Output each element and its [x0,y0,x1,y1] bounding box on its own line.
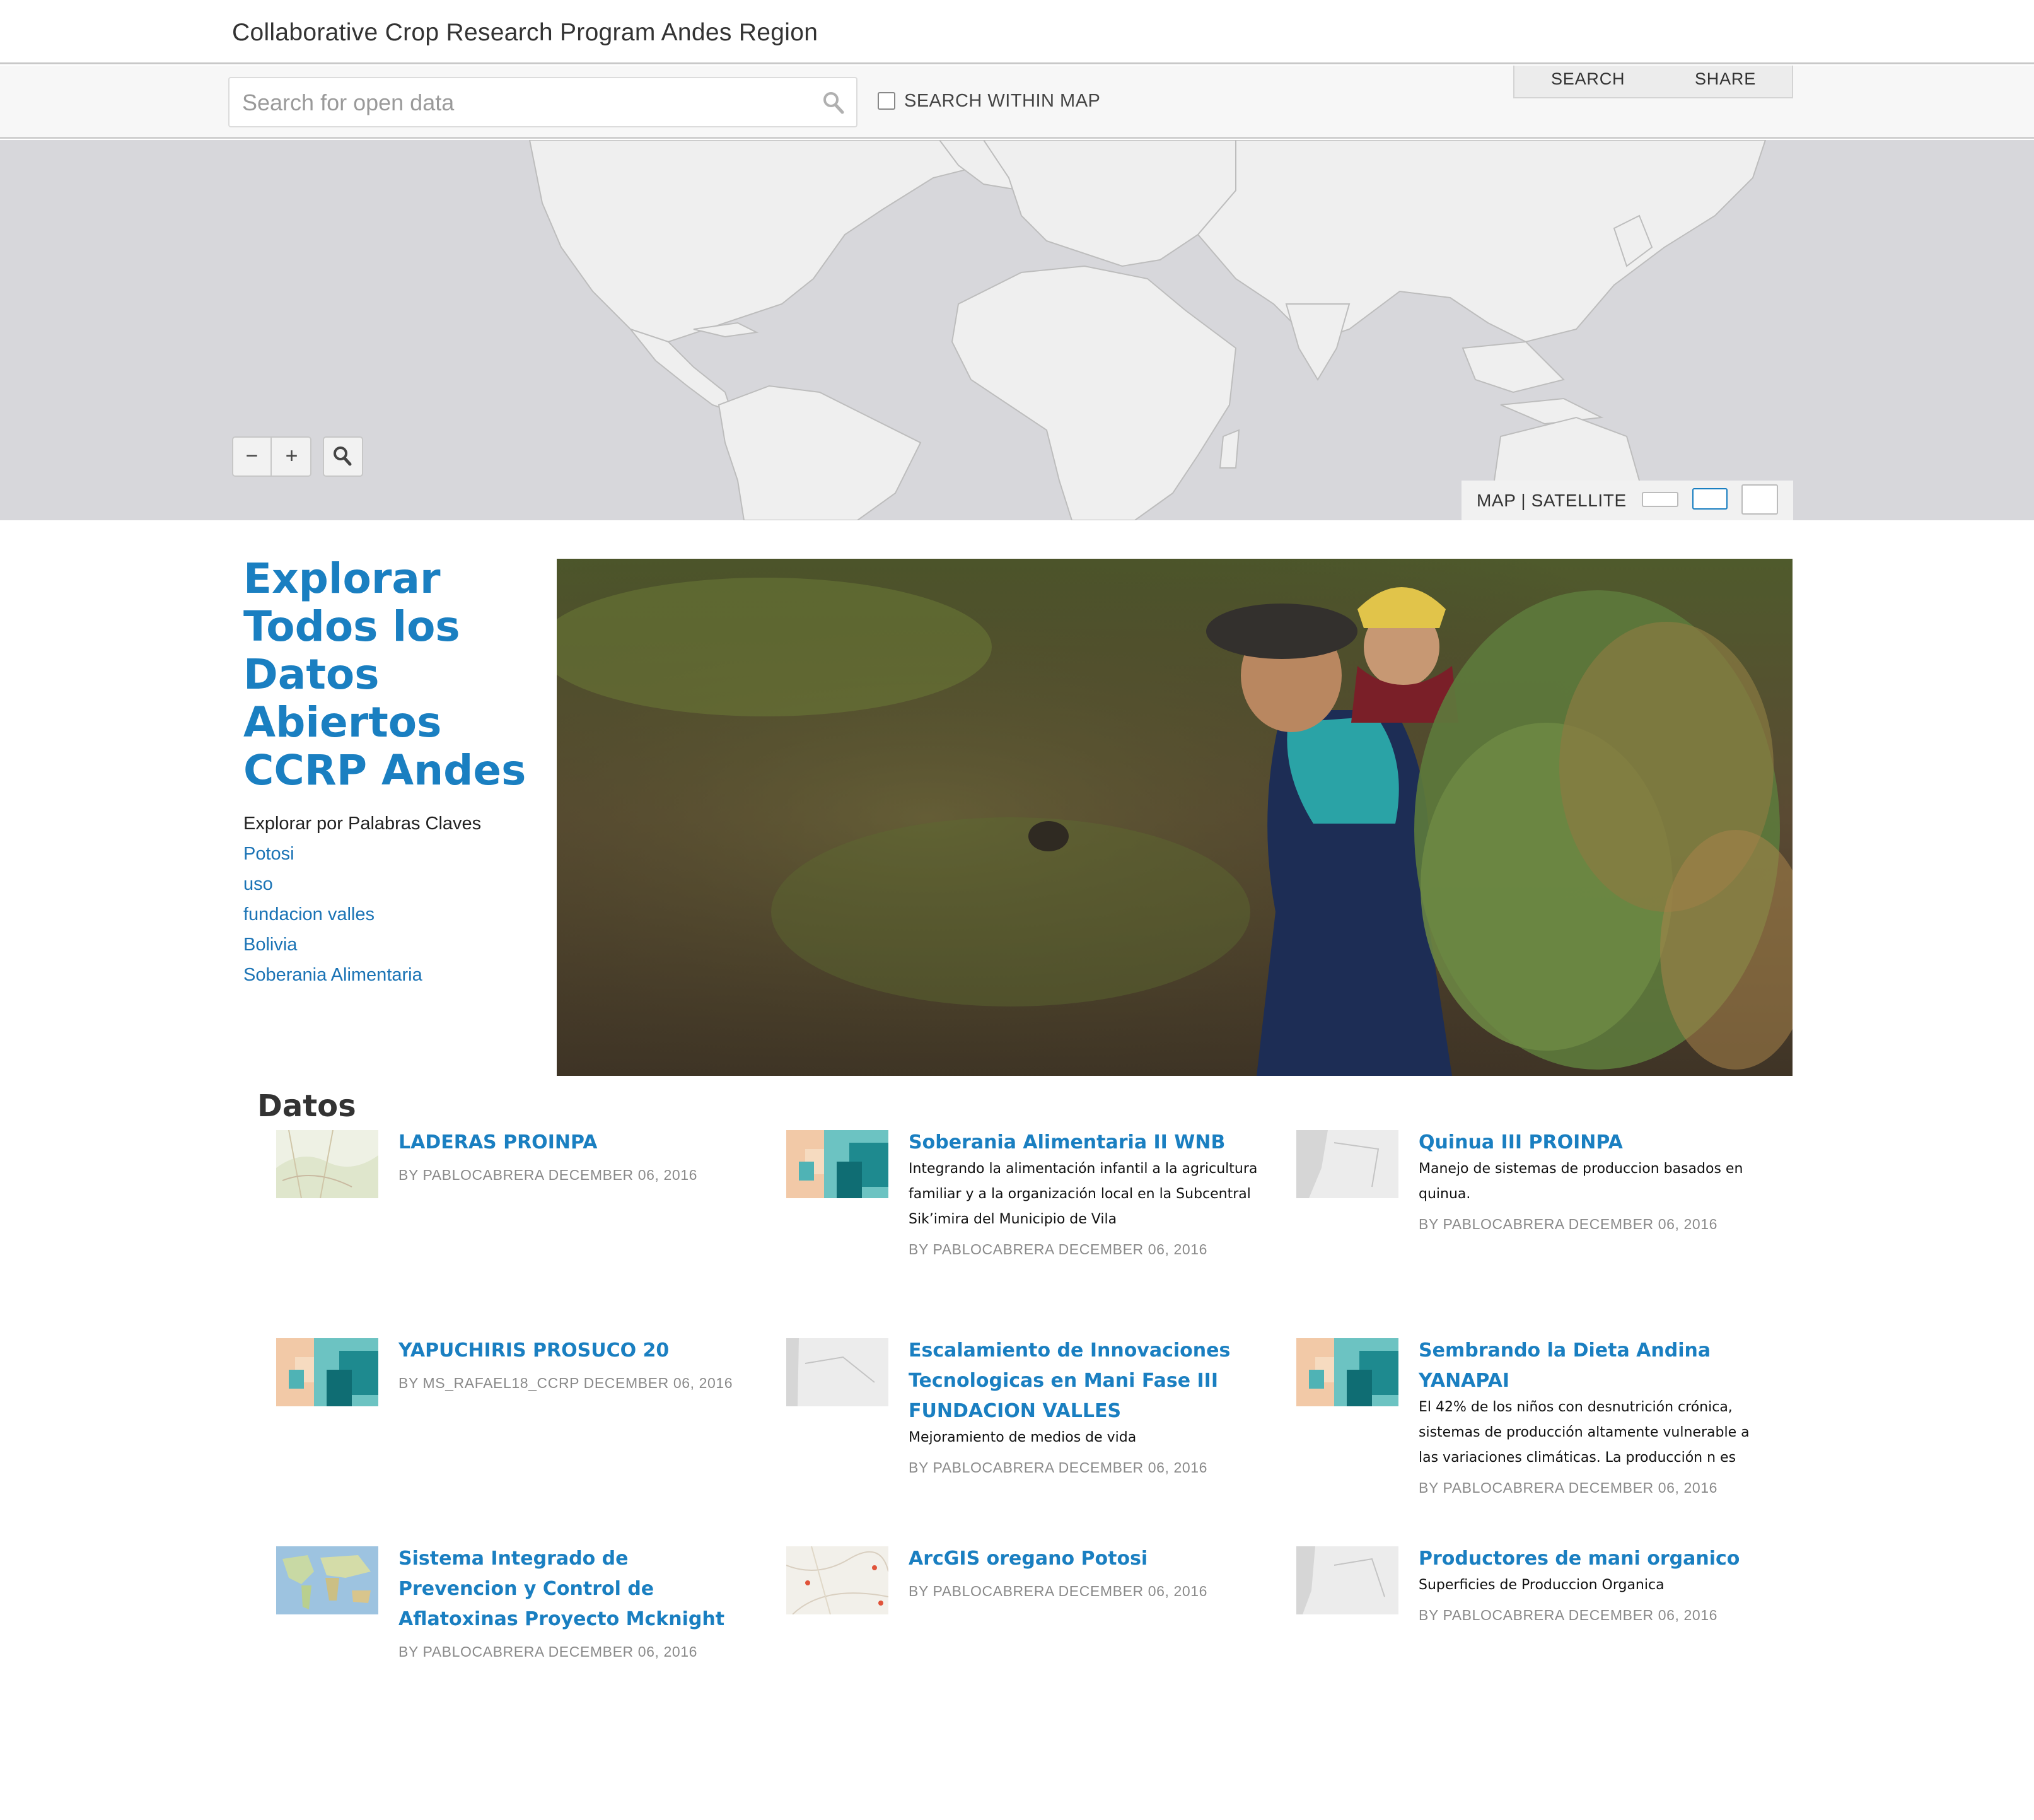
item-description: Integrando la alimentación infantil a la… [909,1161,1258,1227]
gray-map-thumb[interactable] [786,1338,888,1406]
item-meta: BY PABLOCABRERA DECEMBER 06, 2016 [1419,1216,1718,1232]
site-header: Collaborative Crop Research Program Ande… [0,0,2034,64]
item-description: El 42% de los niños con desnutrición cró… [1419,1399,1750,1466]
item-description: Superficies de Produccion Organica [1419,1577,1665,1593]
keyword-link[interactable]: fundacion valles [243,904,375,925]
choropleth-thumb[interactable] [276,1338,378,1406]
item-meta: BY MS_RAFAEL18_CCRP DECEMBER 06, 2016 [398,1375,733,1391]
action-tabs: SEARCH SHARE [1513,66,1793,98]
basemap-satellite-option[interactable] [1741,484,1778,515]
gray-map-thumbnail [1296,1546,1398,1614]
street-map-thumb[interactable] [786,1546,888,1614]
street-map-thumbnail [786,1546,888,1614]
item-meta: BY PABLOCABRERA DECEMBER 06, 2016 [909,1459,1208,1476]
choropleth-thumbnail [786,1130,888,1198]
item-meta: BY PABLOCABRERA DECEMBER 06, 2016 [1419,1607,1718,1623]
search-within-map-checkbox[interactable] [878,92,895,110]
choropleth-thumb[interactable] [786,1130,888,1198]
topo-map-thumb[interactable] [276,1130,378,1198]
datos-heading: Datos [257,1088,356,1124]
choropleth-thumbnail [276,1338,378,1406]
item-title[interactable]: Soberania Alimentaria II WNB [909,1128,1262,1158]
basemap-light-option[interactable] [1642,492,1678,507]
search-icon[interactable] [822,91,845,115]
item-meta: BY PABLOCABRERA DECEMBER 06, 2016 [909,1241,1208,1257]
search-input[interactable] [241,85,796,121]
item-meta: BY PABLOCABRERA DECEMBER 06, 2016 [1419,1479,1718,1496]
world-map-thumbnail [276,1546,378,1614]
gray-map-thumbnail [786,1338,888,1406]
keyword-link[interactable]: Bolivia [243,935,297,955]
magnifier-icon [334,446,352,466]
tab-search[interactable]: SEARCH [1551,69,1625,89]
keyword-link[interactable]: Soberania Alimentaria [243,965,422,986]
gray-map-thumbnail [1296,1130,1398,1198]
item-title[interactable]: Sembrando la Dieta Andina YANAPAI [1419,1336,1772,1396]
zoom-in-button[interactable]: + [272,438,311,475]
topo-map-thumbnail [276,1130,378,1198]
item-description: Manejo de sistemas de produccion basados… [1419,1161,1743,1202]
hero-photo [557,559,1793,1076]
world-map-thumb[interactable] [276,1546,378,1614]
choropleth-thumb[interactable] [1296,1338,1398,1406]
item-title[interactable]: Quinua III PROINPA [1419,1128,1772,1158]
search-box[interactable] [228,77,857,127]
basemap-label[interactable]: MAP | SATELLITE [1477,491,1627,511]
zoom-out-button[interactable]: − [233,438,272,475]
keywords-heading: Explorar por Palabras Claves [243,814,482,834]
map-view[interactable]: − + MAP | SATELLITE [0,140,2034,520]
tab-share[interactable]: SHARE [1695,69,1756,89]
item-title[interactable]: Sistema Integrado de Prevencion y Contro… [398,1544,752,1635]
item-description: Mejoramiento de medios de vida [909,1430,1137,1445]
gray-map-thumb[interactable] [1296,1546,1398,1614]
item-title[interactable]: Escalamiento de Innovaciones Tecnologica… [909,1336,1262,1426]
item-meta: BY PABLOCABRERA DECEMBER 06, 2016 [398,1643,698,1660]
basemap-streets-option[interactable] [1692,488,1728,510]
site-title[interactable]: Collaborative Crop Research Program Ande… [232,19,818,47]
item-meta: BY PABLOCABRERA DECEMBER 06, 2016 [398,1167,698,1183]
map-search-button[interactable] [323,436,363,477]
hero-image [557,559,1793,1076]
item-title[interactable]: LADERAS PROINPA [398,1128,752,1158]
gray-map-thumb[interactable] [1296,1130,1398,1198]
item-title[interactable]: YAPUCHIRIS PROSUCO 20 [398,1336,752,1366]
choropleth-thumbnail [1296,1338,1398,1406]
item-meta: BY PABLOCABRERA DECEMBER 06, 2016 [909,1583,1208,1599]
keyword-link[interactable]: Potosi [243,844,294,865]
page-title: Explorar Todos los Datos Abiertos CCRP A… [243,554,526,795]
search-within-map-label[interactable]: SEARCH WITHIN MAP [904,91,1100,112]
item-title[interactable]: Productores de mani organico [1419,1544,1772,1574]
item-title[interactable]: ArcGIS oregano Potosi [909,1544,1262,1574]
basemap-switcher: MAP | SATELLITE [1462,481,1793,520]
keyword-link[interactable]: uso [243,874,273,895]
search-bar: SEARCH WITHIN MAP SEARCH SHARE [0,66,2034,139]
zoom-controls: − + [232,436,311,477]
